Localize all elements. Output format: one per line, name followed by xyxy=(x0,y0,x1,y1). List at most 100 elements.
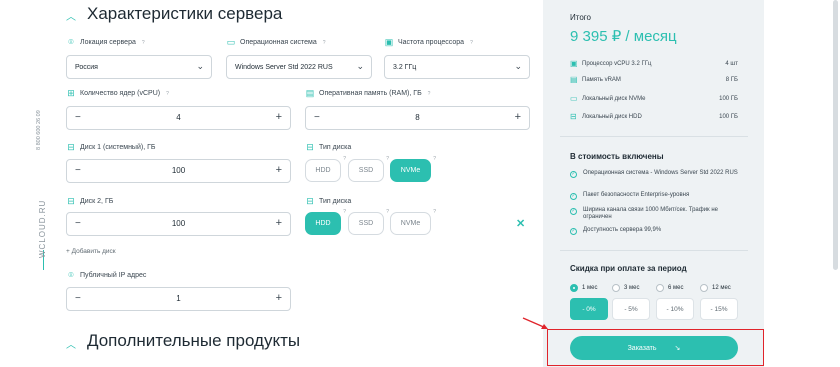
order-button[interactable]: Заказать ↘ xyxy=(570,336,738,360)
spec-row: ▭ Локальный диск NVMe 100 ГБ xyxy=(570,94,738,103)
discount-15[interactable]: - 15% xyxy=(700,298,738,320)
location-pin-icon: ⌾ xyxy=(68,37,74,47)
disk1-stepper[interactable]: − 100 + xyxy=(66,159,291,183)
disk1-type-hdd[interactable]: HDD? xyxy=(305,156,346,182)
help-icon[interactable]: ? xyxy=(428,91,431,97)
disk2-stepper[interactable]: − 100 + xyxy=(66,212,291,236)
help-icon[interactable]: ? xyxy=(470,40,473,46)
cores-value[interactable]: 4 xyxy=(67,113,290,122)
ip-label: ⌾ Публичный IP адрес xyxy=(66,270,146,281)
included-item: ✓ Ширина канала связи 1000 Мбит/сек. Траф… xyxy=(570,207,718,220)
radio-icon xyxy=(700,284,708,292)
ram-stepper[interactable]: − 8 + xyxy=(305,106,530,130)
help-icon[interactable]: ? xyxy=(166,91,169,97)
summary-title: Итого xyxy=(570,13,591,22)
included-item: ✓ Доступность сервера 99,9% xyxy=(570,227,662,235)
side-logo: WCLOUD.RU xyxy=(38,199,47,258)
spec-row: ▤ Память vRAM 8 ГБ xyxy=(570,75,738,84)
increment-button[interactable]: + xyxy=(276,217,282,229)
remove-disk-icon[interactable]: ✕ xyxy=(516,217,525,230)
memory-icon: ▤ xyxy=(570,75,578,84)
collapse-chevron-icon[interactable]: ︿ xyxy=(66,8,76,23)
scrollbar[interactable] xyxy=(833,0,838,270)
disk-type-icon: ⊟ xyxy=(306,142,314,152)
disk-icon: ⊟ xyxy=(570,112,577,121)
location-label: ⌾ Локация сервера? xyxy=(66,37,145,48)
increment-button[interactable]: + xyxy=(276,164,282,176)
radio-icon xyxy=(570,284,578,292)
disk-icon: ⊟ xyxy=(67,142,75,152)
help-icon[interactable]: ? xyxy=(142,40,145,46)
disk-icon: ⊟ xyxy=(67,196,75,206)
divider xyxy=(560,136,748,137)
check-circle-icon: ✓ xyxy=(570,193,577,200)
disk1-label: ⊟ Диск 1 (системный), ГБ xyxy=(67,142,156,152)
disk2-label: ⊟ Диск 2, ГБ xyxy=(67,196,114,206)
spec-row: ⊟ Локальный диск HDD 100 ГБ xyxy=(570,112,738,121)
period-radio-1[interactable]: 1 мес xyxy=(570,284,597,292)
help-icon[interactable]: ? xyxy=(386,209,389,215)
location-select[interactable]: Россия ⌄ xyxy=(66,55,212,79)
monitor-icon: ▭ xyxy=(570,94,578,103)
cores-label: ⊞ Количество ядер (vCPU)? xyxy=(67,88,169,98)
summary-price: 9 395 ₽ / месяц xyxy=(570,28,677,45)
increment-button[interactable]: + xyxy=(276,292,282,304)
arrow-down-right-icon: ↘ xyxy=(674,345,681,352)
disk2-type-nvme[interactable]: NVMe? xyxy=(390,209,436,235)
included-item: ✓ Пакет безопасности Enterprise-уровня xyxy=(570,192,690,200)
os-label: ▭ Операционная система? xyxy=(226,37,326,47)
cores-icon: ⊞ xyxy=(67,88,75,98)
help-icon[interactable]: ? xyxy=(386,156,389,162)
help-icon[interactable]: ? xyxy=(343,209,346,215)
check-circle-icon: ✓ xyxy=(570,228,577,235)
ip-stepper[interactable]: − 1 + xyxy=(66,287,291,311)
chevron-down-icon: ⌄ xyxy=(514,61,522,71)
spec-row: ▣ Процессор vCPU 3.2 ГГц 4 шт xyxy=(570,59,738,68)
included-title: В стоимость включены xyxy=(570,152,664,161)
disk2-type-ssd[interactable]: SSD? xyxy=(348,209,389,235)
monitor-icon: ▭ xyxy=(226,37,236,47)
period-radio-12[interactable]: 12 мес xyxy=(700,284,731,292)
ram-value[interactable]: 8 xyxy=(306,113,529,122)
section-title-extra: Дополнительные продукты xyxy=(87,331,301,350)
disk2-type-hdd[interactable]: HDD? xyxy=(305,209,346,235)
disk2-type-label: ⊟ Тип диска xyxy=(306,196,352,206)
cpu-freq-label: ▣ Частота процессора? xyxy=(384,37,473,47)
disk1-type-ssd[interactable]: SSD? xyxy=(348,156,389,182)
location-pin-icon: ⌾ xyxy=(68,270,74,280)
cpu-icon: ▣ xyxy=(570,59,578,68)
help-icon[interactable]: ? xyxy=(343,156,346,162)
divider xyxy=(560,250,748,251)
check-circle-icon: ✓ xyxy=(570,171,577,178)
disk-type-icon: ⊟ xyxy=(306,196,314,206)
disk1-type-nvme[interactable]: NVMe? xyxy=(390,156,436,182)
cores-stepper[interactable]: − 4 + xyxy=(66,106,291,130)
period-radio-6[interactable]: 6 мес xyxy=(656,284,683,292)
memory-icon: ▤ xyxy=(305,88,315,98)
period-radio-3[interactable]: 3 мес xyxy=(612,284,639,292)
discount-0[interactable]: - 0% xyxy=(570,298,608,320)
disk1-type-label: ⊟ Тип диска xyxy=(306,142,352,152)
ip-value[interactable]: 1 xyxy=(67,294,290,303)
disk1-value[interactable]: 100 xyxy=(67,166,290,175)
help-icon[interactable]: ? xyxy=(323,40,326,46)
order-label: Заказать xyxy=(627,344,657,352)
increment-button[interactable]: + xyxy=(515,111,521,123)
radio-icon xyxy=(612,284,620,292)
radio-icon xyxy=(656,284,664,292)
help-icon[interactable]: ? xyxy=(433,156,436,162)
discount-title: Скидка при оплате за период xyxy=(570,264,687,273)
disk2-value[interactable]: 100 xyxy=(67,219,290,228)
discount-5[interactable]: - 5% xyxy=(612,298,650,320)
section-title-server: Характеристики сервера xyxy=(87,4,283,23)
discount-10[interactable]: - 10% xyxy=(656,298,694,320)
add-disk-button[interactable]: + Добавить диск xyxy=(66,248,116,255)
cpu-icon: ▣ xyxy=(384,37,394,47)
help-icon[interactable]: ? xyxy=(433,209,436,215)
cpu-freq-select[interactable]: 3.2 ГГц ⌄ xyxy=(384,55,530,79)
collapse-chevron-icon[interactable]: ︿ xyxy=(66,336,76,351)
increment-button[interactable]: + xyxy=(276,111,282,123)
os-select[interactable]: Windows Server Std 2022 RUS ⌄ xyxy=(226,55,372,79)
side-phone: 8 800 600 26 09 xyxy=(36,110,42,150)
check-circle-icon: ✓ xyxy=(570,208,577,215)
